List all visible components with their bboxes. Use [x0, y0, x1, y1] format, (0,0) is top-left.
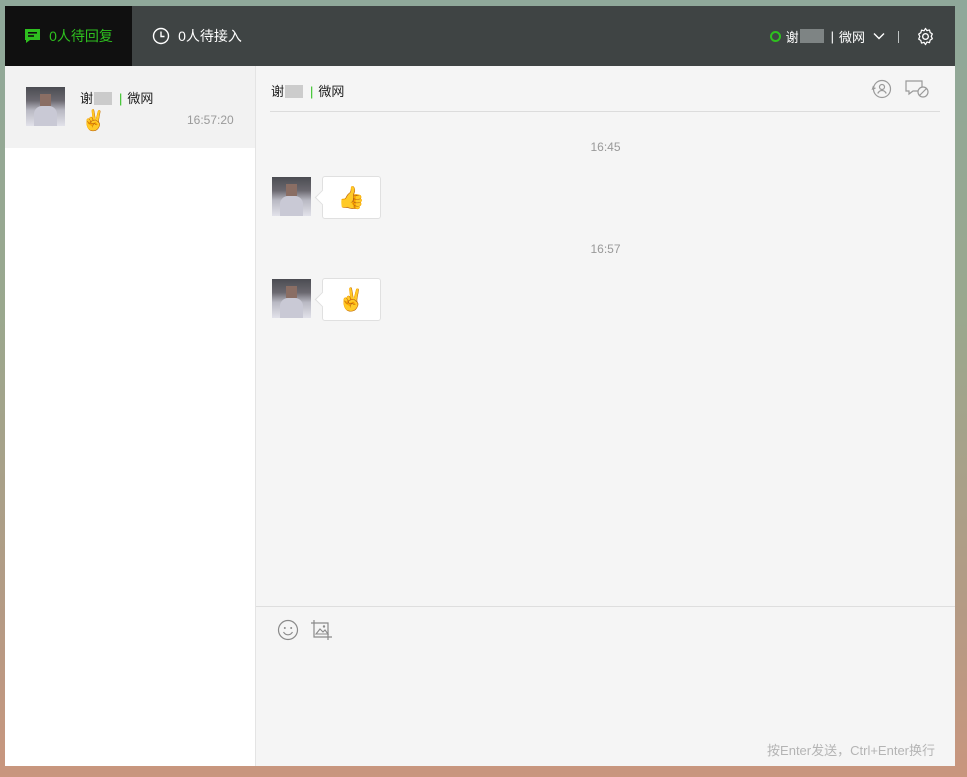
message-composer[interactable]: 按Enter发送，Ctrl+Enter换行 — [256, 606, 955, 766]
conversation-item[interactable]: 谢 | 微网 ✌️ 16:57:20 — [5, 66, 255, 148]
chat-title-prefix: 谢 — [271, 84, 285, 99]
tab-awaiting-pickup-label: 0人待接入 — [178, 28, 242, 44]
last-message-preview: ✌️ — [81, 110, 106, 132]
online-status-dot — [769, 30, 781, 42]
end-chat-icon[interactable] — [904, 78, 930, 100]
redacted-name — [285, 85, 304, 98]
last-message-time: 16:57:20 — [187, 113, 234, 127]
tab-awaiting-pickup[interactable]: 0人待接入 — [132, 6, 262, 66]
avatar — [272, 177, 311, 216]
conversation-org: 微网 — [127, 91, 154, 106]
tab-awaiting-reply-label: 0人待回复 — [49, 28, 113, 44]
gear-icon[interactable] — [916, 27, 935, 46]
app-window: 0人待回复 0人待接入 谢 | 微网 谢 | 微网 ✌️ 16:57:20 谢 … — [5, 6, 955, 766]
redacted-name — [799, 29, 824, 43]
clock-icon — [152, 27, 170, 45]
redacted-name — [94, 92, 113, 105]
name-separator: | — [830, 28, 834, 44]
chat-bubble-icon — [24, 28, 41, 44]
transfer-user-icon[interactable] — [871, 78, 893, 100]
topbar-divider — [898, 31, 899, 43]
tab-awaiting-reply[interactable]: 0人待回复 — [5, 6, 132, 66]
message-bubble: 👍 — [322, 176, 381, 219]
conversation-name: 谢 | 微网 — [80, 88, 153, 107]
name-separator: | — [310, 84, 314, 99]
top-bar: 0人待回复 0人待接入 谢 | 微网 — [5, 6, 955, 66]
chat-header: 谢 | 微网 — [270, 66, 940, 112]
agent-org: 微网 — [838, 29, 865, 45]
avatar — [26, 87, 65, 126]
conversation-list: 谢 | 微网 ✌️ 16:57:20 — [5, 66, 256, 766]
message-bubble: ✌️ — [322, 278, 381, 321]
message-timestamp: 16:57 — [590, 242, 621, 256]
agent-account-dropdown[interactable]: 谢 | 微网 — [769, 6, 885, 66]
conversation-name-prefix: 谢 — [80, 91, 94, 106]
send-hint: 按Enter发送，Ctrl+Enter换行 — [767, 743, 935, 758]
chat-title: 谢 | 微网 — [271, 81, 344, 100]
name-separator: | — [119, 91, 123, 106]
agent-name: 谢 — [785, 29, 799, 45]
image-icon[interactable] — [310, 619, 334, 641]
chat-title-org: 微网 — [318, 84, 345, 99]
chevron-down-icon — [873, 32, 885, 40]
message-timestamp: 16:45 — [590, 140, 621, 154]
chat-panel: 谢 | 微网 16:45 👍 16:57 ✌️ 按Enter发送，Ctrl+En… — [256, 66, 955, 766]
avatar — [272, 279, 311, 318]
emoji-icon[interactable] — [277, 619, 299, 641]
